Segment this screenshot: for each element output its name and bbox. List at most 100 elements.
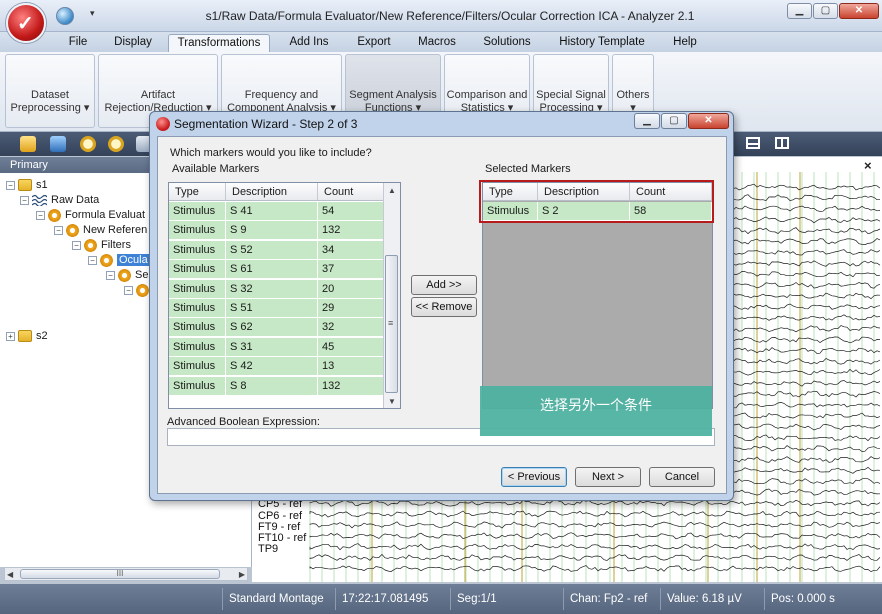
marker-description-cell: S 52 <box>226 240 318 260</box>
scroll-down-icon[interactable]: ▼ <box>388 397 396 406</box>
eeg-trace <box>309 510 881 518</box>
tree-node-filters[interactable]: − Filters <box>72 238 131 252</box>
remove-marker-button[interactable]: << Remove <box>411 297 477 317</box>
marker-type-cell: Stimulus <box>169 260 226 280</box>
ribbon-label: Artifact <box>140 89 176 101</box>
marker-type-cell: Stimulus <box>169 357 226 377</box>
column-header-count[interactable]: Count <box>318 183 384 201</box>
tree-label-selected: Ocula <box>117 254 150 266</box>
status-bar: Standard Montage 17:22:17.081495 Seg:1/1… <box>0 584 882 614</box>
signal-view-icon[interactable] <box>50 136 66 152</box>
close-view-icon[interactable]: × <box>864 158 872 173</box>
tree-label: s1 <box>36 179 48 191</box>
tree-label: Filters <box>101 239 131 251</box>
tree-label: Se <box>135 269 149 281</box>
horizontal-layout-icon[interactable] <box>746 137 760 149</box>
status-position: Pos: 0.000 s <box>764 588 835 610</box>
tab-file[interactable]: File <box>60 34 96 52</box>
tab-export[interactable]: Export <box>348 34 400 52</box>
marker-description-cell: S 62 <box>226 318 318 338</box>
cancel-button[interactable]: Cancel <box>649 467 715 487</box>
ribbon-label: Dataset <box>31 89 69 101</box>
ribbon-label: Others <box>616 89 650 101</box>
dialog-close-button[interactable]: ✕ <box>688 113 729 129</box>
gear-icon <box>84 238 97 252</box>
marker-count-cell: 54 <box>318 202 384 221</box>
tab-transformations[interactable]: Transformations <box>168 34 270 52</box>
column-header-type[interactable]: Type <box>169 183 226 201</box>
window-title: s1/Raw Data/Formula Evaluator/New Refere… <box>205 9 695 23</box>
tab-history-template[interactable]: History Template <box>552 34 652 52</box>
scroll-grip-icon: ≡ <box>388 318 394 328</box>
marker-count-cell: 132 <box>318 376 384 396</box>
tree-node-formula-evaluator[interactable]: − Formula Evaluat <box>36 208 145 222</box>
marker-count-cell: 37 <box>318 260 384 280</box>
dialog-minimize-button[interactable]: ▁ <box>634 113 660 129</box>
tab-help[interactable]: Help <box>666 34 704 52</box>
status-segment: Seg:1/1 <box>450 588 497 610</box>
marker-type-cell: Stimulus <box>169 202 226 221</box>
status-channel: Chan: Fp2 - ref <box>563 588 647 610</box>
vertical-layout-icon[interactable] <box>775 137 789 149</box>
marker-count-cell: 45 <box>318 337 384 357</box>
marker-type-cell: Stimulus <box>169 337 226 357</box>
ribbon-label: Comparison and <box>446 89 528 101</box>
tree-node-s1[interactable]: − s1 <box>6 178 48 192</box>
open-icon[interactable] <box>20 136 36 152</box>
eeg-trace <box>309 532 881 540</box>
tree-node-s2[interactable]: + s2 <box>6 329 48 343</box>
marker-type-cell: Stimulus <box>169 318 226 338</box>
marker-description-cell: S 61 <box>226 260 318 280</box>
ribbon-label: Segment Analysis <box>349 89 437 101</box>
tree-node-raw-data[interactable]: − Raw Data <box>20 193 99 207</box>
minimize-button[interactable]: ▁ <box>787 3 812 19</box>
maximize-button[interactable]: ▢ <box>813 3 838 19</box>
eeg-trace <box>309 499 881 507</box>
tree-label: s2 <box>36 330 48 342</box>
marker-type-cell: Stimulus <box>169 299 226 318</box>
ribbon-label: Frequency and <box>244 89 319 101</box>
marker-count-cell: 34 <box>318 240 384 260</box>
ribbon-dataset-preprocessing[interactable]: Dataset Preprocessing ▾ <box>5 54 95 128</box>
marker-count-cell: 13 <box>318 357 384 377</box>
application-logo-icon[interactable]: ✓ <box>6 3 46 43</box>
tab-add-ins[interactable]: Add Ins <box>282 34 336 52</box>
add-marker-button[interactable]: Add >> <box>411 275 477 295</box>
tree-label: Raw Data <box>51 194 100 206</box>
tree-node-segmentation[interactable]: − Se <box>106 268 148 282</box>
marker-description-cell: S 42 <box>226 357 318 377</box>
tree-scroll-thumb[interactable]: III <box>20 569 220 579</box>
next-button[interactable]: Next > <box>575 467 641 487</box>
channel-label: TP9 <box>258 543 279 555</box>
boolean-expression-label: Advanced Boolean Expression: <box>167 416 320 428</box>
wizard-app-icon <box>156 117 170 131</box>
scroll-left-icon[interactable]: ◀ <box>7 570 13 579</box>
close-button[interactable]: ✕ <box>839 3 879 19</box>
status-montage: Standard Montage <box>222 588 324 610</box>
folder-icon <box>18 330 32 343</box>
zoom-in-icon[interactable] <box>80 136 96 152</box>
annotation-callout: 选择另外一个条件 <box>480 386 712 436</box>
marker-type-cell: Stimulus <box>169 279 226 299</box>
tree-node-ocular-correction[interactable]: − Ocula <box>88 253 150 267</box>
tree-label: Formula Evaluat <box>65 209 146 221</box>
marker-description-cell: S 51 <box>226 299 318 318</box>
tree-node-new-reference[interactable]: − New Referen <box>54 223 147 237</box>
scroll-right-icon[interactable]: ▶ <box>239 570 245 579</box>
tab-solutions[interactable]: Solutions <box>476 34 538 52</box>
scroll-up-icon[interactable]: ▲ <box>388 186 396 195</box>
tab-display[interactable]: Display <box>108 34 158 52</box>
marker-count-cell: 132 <box>318 221 384 241</box>
eeg-trace <box>309 543 881 551</box>
tab-macros[interactable]: Macros <box>412 34 462 52</box>
marker-description-cell: S 32 <box>226 279 318 299</box>
column-header-description[interactable]: Description <box>226 183 318 201</box>
previous-button[interactable]: < Previous <box>501 467 567 487</box>
available-markers-table[interactable]: Type Description Count Stimulus S 41 54 Sti… <box>168 182 401 409</box>
marker-description-cell: S 9 <box>226 221 318 241</box>
dialog-maximize-button[interactable]: ▢ <box>661 113 687 129</box>
zoom-out-icon[interactable] <box>108 136 124 152</box>
gear-icon <box>136 283 149 297</box>
marker-type-cell: Stimulus <box>169 240 226 260</box>
eeg-trace <box>309 553 881 561</box>
